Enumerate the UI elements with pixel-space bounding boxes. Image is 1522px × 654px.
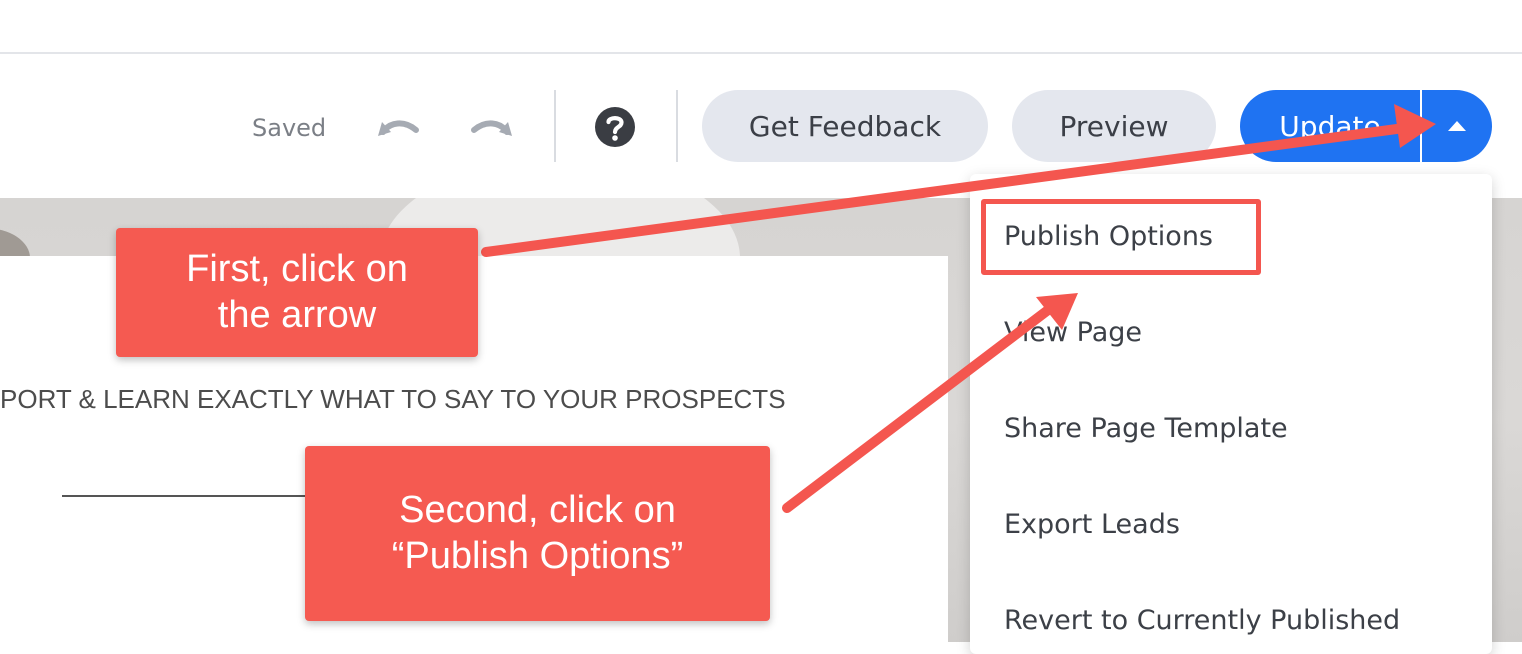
headline-divider [62, 495, 310, 497]
menu-item-view-page[interactable]: View Page [1004, 317, 1142, 348]
toolbar-divider [676, 90, 678, 162]
get-feedback-button[interactable]: Get Feedback [702, 90, 988, 162]
callout-1-line-1: First, click on [186, 247, 408, 290]
help-icon[interactable] [594, 106, 636, 148]
instruction-callout-2: Second, click on “Publish Options” [305, 446, 770, 621]
preview-button[interactable]: Preview [1012, 90, 1216, 162]
callout-1-line-2: the arrow [217, 293, 377, 336]
instruction-callout-1: First, click on the arrow [116, 228, 478, 357]
redo-icon[interactable] [470, 108, 516, 148]
browser-top-strip [0, 0, 1522, 54]
saved-status: Saved [252, 114, 327, 142]
undo-icon[interactable] [374, 108, 420, 148]
callout-2-line-1: Second, click on [399, 488, 676, 531]
menu-item-export-leads[interactable]: Export Leads [1004, 509, 1180, 540]
toolbar-divider [554, 90, 556, 162]
menu-item-revert[interactable]: Revert to Currently Published [1004, 605, 1400, 636]
page-headline: PORT & LEARN EXACTLY WHAT TO SAY TO YOUR… [0, 384, 786, 414]
caret-up-icon[interactable] [1422, 90, 1492, 162]
update-split-button: Update [1240, 90, 1492, 162]
callout-2-line-2: “Publish Options” [391, 534, 684, 577]
publish-options-highlight [981, 199, 1261, 275]
menu-item-share-page-template[interactable]: Share Page Template [1004, 413, 1288, 444]
update-button[interactable]: Update [1240, 90, 1420, 162]
